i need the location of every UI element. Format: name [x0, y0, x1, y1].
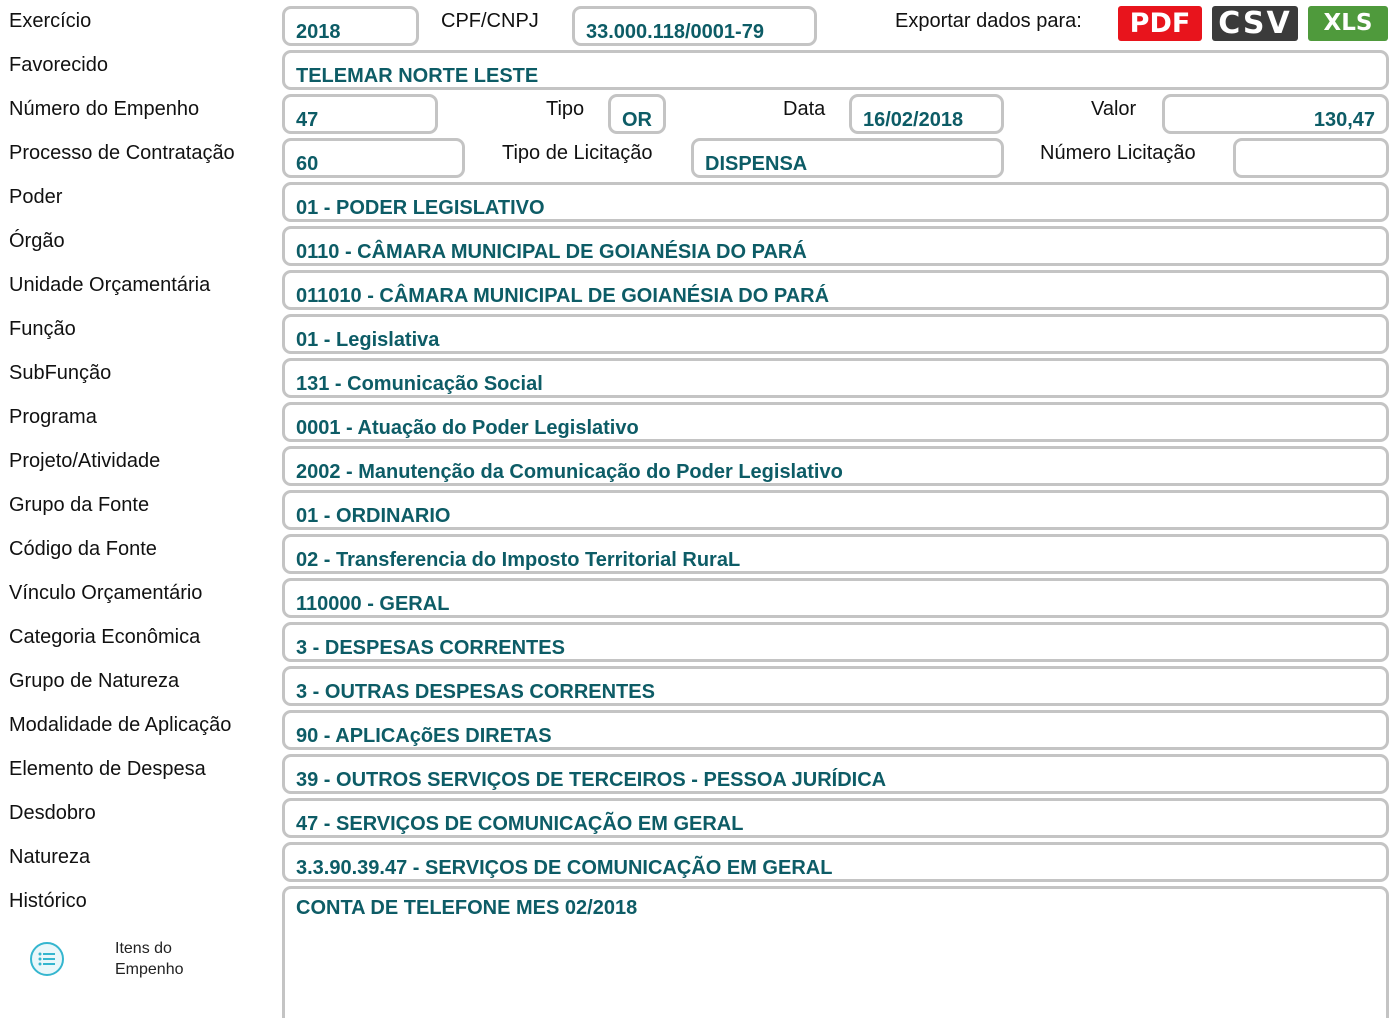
export-xls-button[interactable]: XLS — [1308, 6, 1388, 41]
funcao-field: 01 - Legislativa — [282, 314, 1389, 354]
grupo-fonte-label: Grupo da Fonte — [9, 494, 150, 516]
numero-licitacao-field — [1233, 138, 1389, 178]
vinculo-orcamentario-label: Vínculo Orçamentário — [9, 582, 203, 604]
processo-label: Processo de Contratação — [9, 142, 235, 164]
numero-empenho-field: 47 — [282, 94, 438, 134]
grupo-natureza-field: 3 - OUTRAS DESPESAS CORRENTES — [282, 666, 1389, 706]
favorecido-label: Favorecido — [9, 54, 108, 76]
cpf-label: CPF/CNPJ — [441, 10, 539, 32]
natureza-field: 3.3.90.39.47 - SERVIÇOS DE COMUNICAÇÃO E… — [282, 842, 1389, 882]
exercicio-label: Exercício — [9, 10, 92, 32]
favorecido-field: TELEMAR NORTE LESTE — [282, 50, 1389, 90]
data-label: Data — [783, 98, 826, 120]
projeto-atividade-label: Projeto/Atividade — [9, 450, 161, 472]
unidade-orcamentaria-label: Unidade Orçamentária — [9, 274, 211, 296]
grupo-natureza-label: Grupo de Natureza — [9, 670, 180, 692]
orgao-field: 0110 - CÂMARA MUNICIPAL DE GOIANÉSIA DO … — [282, 226, 1389, 266]
unidade-orcamentaria-field: 011010 - CÂMARA MUNICIPAL DE GOIANÉSIA D… — [282, 270, 1389, 310]
projeto-atividade-field: 2002 - Manutenção da Comunicação do Pode… — [282, 446, 1389, 486]
poder-label: Poder — [9, 186, 63, 208]
grupo-fonte-field: 01 - ORDINARIO — [282, 490, 1389, 530]
tipo-field: OR — [608, 94, 666, 134]
processo-field: 60 — [282, 138, 465, 178]
export-label: Exportar dados para: — [895, 10, 1082, 32]
elemento-despesa-label: Elemento de Despesa — [9, 758, 206, 780]
itens-line2: Empenho — [115, 961, 184, 978]
programa-label: Programa — [9, 406, 97, 428]
modalidade-aplicacao-field: 90 - APLICAçõES DIRETAS — [282, 710, 1389, 750]
codigo-fonte-field: 02 - Transferencia do Imposto Territoria… — [282, 534, 1389, 574]
itens-empenho-link[interactable]: Itens do Empenho — [30, 938, 210, 988]
vinculo-orcamentario-field: 110000 - GERAL — [282, 578, 1389, 618]
cpf-field: 33.000.118/0001-79 — [572, 6, 817, 46]
codigo-fonte-label: Código da Fonte — [9, 538, 157, 560]
programa-field: 0001 - Atuação do Poder Legislativo — [282, 402, 1389, 442]
elemento-despesa-field: 39 - OUTROS SERVIÇOS DE TERCEIROS - PESS… — [282, 754, 1389, 794]
data-field: 16/02/2018 — [849, 94, 1004, 134]
desdobro-label: Desdobro — [9, 802, 96, 824]
numero-licitacao-label: Número Licitação — [1040, 142, 1196, 164]
poder-field: 01 - PODER LEGISLATIVO — [282, 182, 1389, 222]
modalidade-aplicacao-label: Modalidade de Aplicação — [9, 714, 232, 736]
export-csv-button[interactable]: CSV — [1212, 6, 1298, 41]
exercicio-field: 2018 — [282, 6, 419, 46]
desdobro-field: 47 - SERVIÇOS DE COMUNICAÇÃO EM GERAL — [282, 798, 1389, 838]
numero-empenho-label: Número do Empenho — [9, 98, 200, 120]
list-icon — [30, 942, 64, 976]
tipo-label: Tipo — [546, 98, 585, 120]
export-pdf-button[interactable]: PDF — [1118, 6, 1202, 41]
orgao-label: Órgão — [9, 230, 65, 252]
natureza-label: Natureza — [9, 846, 91, 868]
valor-label: Valor — [1091, 98, 1137, 120]
itens-line1: Itens do — [115, 940, 172, 957]
subfuncao-label: SubFunção — [9, 362, 112, 384]
categoria-economica-field: 3 - DESPESAS CORRENTES — [282, 622, 1389, 662]
subfuncao-field: 131 - Comunicação Social — [282, 358, 1389, 398]
tipo-licitacao-label: Tipo de Licitação — [502, 142, 653, 164]
tipo-licitacao-field: DISPENSA — [691, 138, 1004, 178]
historico-label: Histórico — [9, 890, 87, 912]
funcao-label: Função — [9, 318, 76, 340]
itens-empenho-label[interactable]: Itens do Empenho — [115, 938, 184, 980]
valor-field: 130,47 — [1162, 94, 1389, 134]
historico-field: CONTA DE TELEFONE MES 02/2018 — [282, 886, 1389, 1018]
categoria-economica-label: Categoria Econômica — [9, 626, 201, 648]
